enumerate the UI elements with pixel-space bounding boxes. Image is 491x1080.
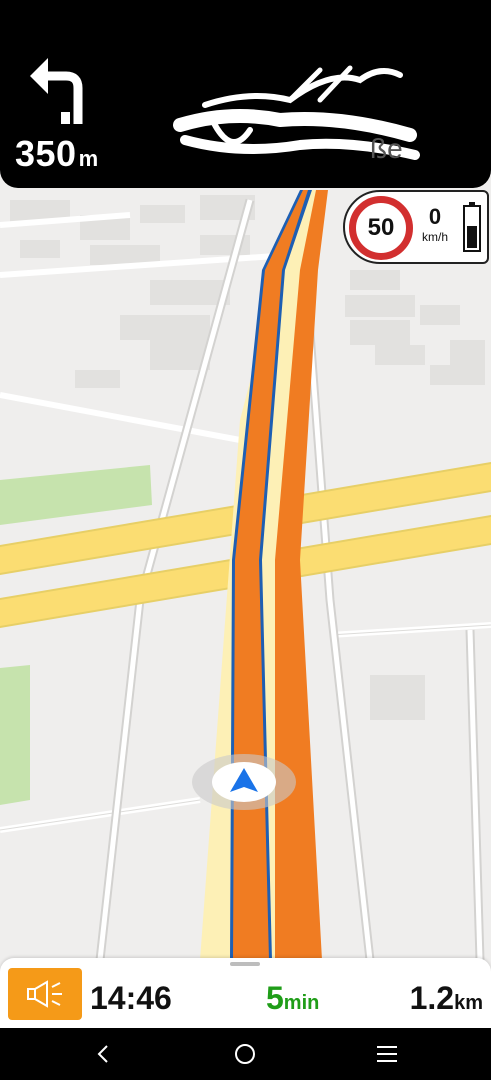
remaining-unit: km xyxy=(454,992,483,1014)
menu-icon[interactable] xyxy=(375,1042,399,1066)
battery-icon xyxy=(463,202,481,252)
speed-limit-sign: 50 xyxy=(349,196,413,260)
speaker-icon xyxy=(27,980,62,1008)
remaining-value: 1.2 xyxy=(409,980,455,1016)
distance-to-turn: 350m xyxy=(15,132,99,181)
street-name-redacted: ße xyxy=(173,65,420,164)
current-speed: 0 km/h xyxy=(415,204,455,245)
distance-value: 350 xyxy=(15,133,77,174)
voice-guidance-button[interactable] xyxy=(8,968,82,1020)
instruction-banner[interactable]: 350m ße xyxy=(0,0,491,188)
current-speed-value: 0 xyxy=(428,204,442,229)
arrival-time: 14:46 xyxy=(90,980,172,1016)
distance-unit: m xyxy=(78,146,99,171)
current-speed-unit: km/h xyxy=(421,230,448,244)
current-position-marker xyxy=(192,754,296,810)
eta-unit: min xyxy=(283,992,320,1014)
trip-info-bar[interactable]: 14:46 5min 1.2km xyxy=(0,958,491,1028)
park-area-2 xyxy=(0,665,30,805)
back-icon[interactable] xyxy=(92,1042,116,1066)
distance-remaining: 1.2km xyxy=(410,980,483,1021)
time-remaining: 5min xyxy=(266,980,319,1021)
turn-left-arrow-icon xyxy=(30,58,83,124)
svg-text:ße: ße xyxy=(370,133,403,164)
system-navigation-bar xyxy=(0,1028,491,1080)
drag-handle[interactable] xyxy=(230,962,260,966)
speed-widget: 50 0 km/h xyxy=(343,190,489,264)
eta-value: 5 xyxy=(266,980,284,1016)
home-icon[interactable] xyxy=(233,1042,257,1066)
